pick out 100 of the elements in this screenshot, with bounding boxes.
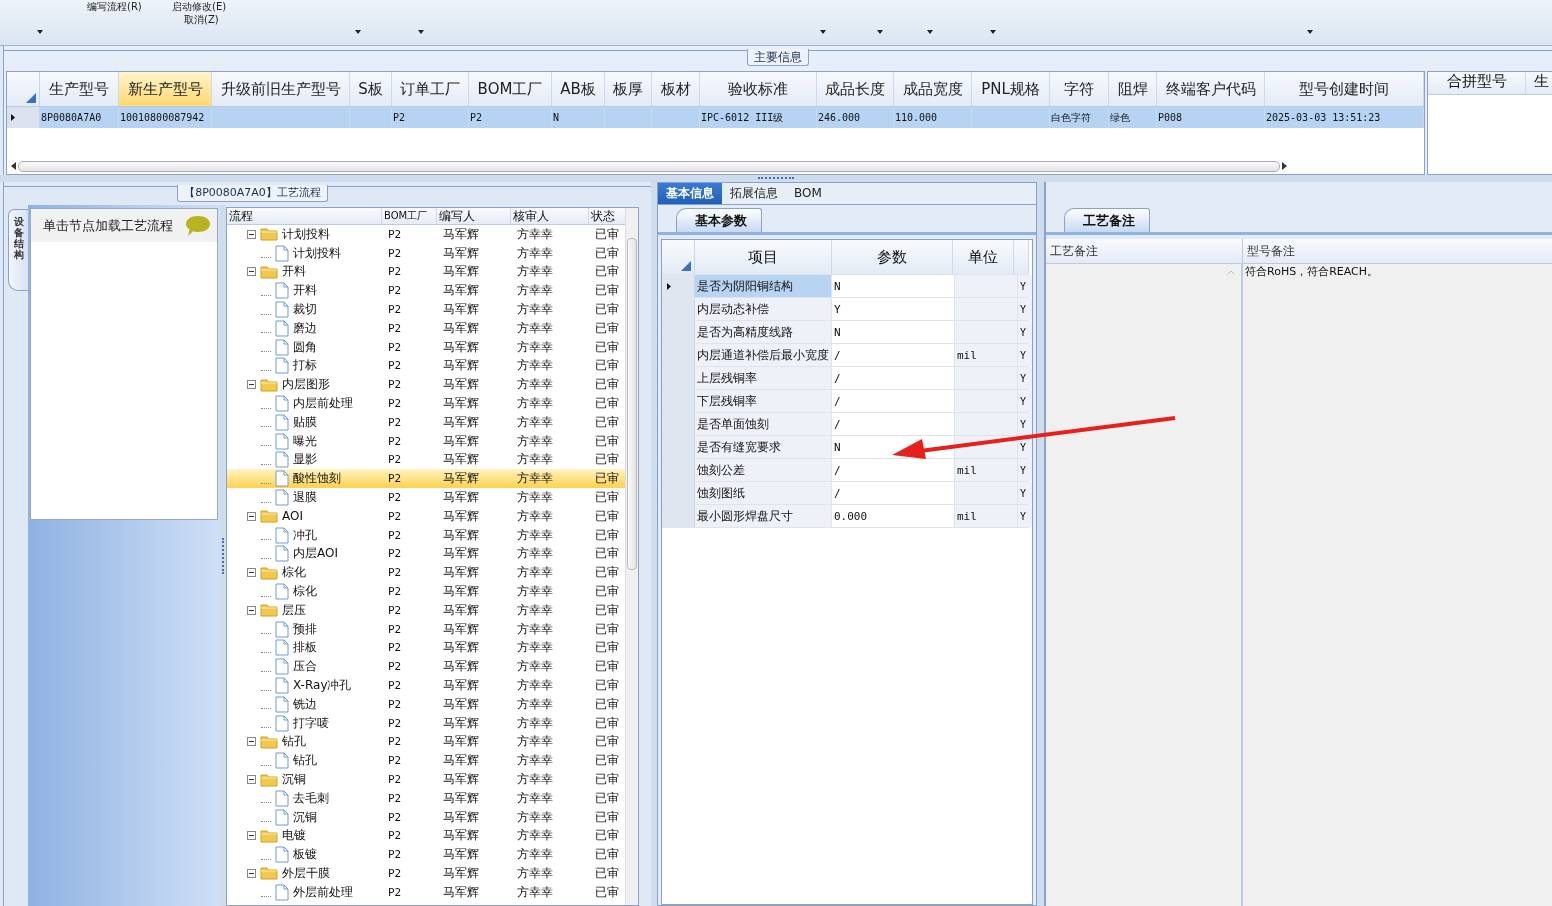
tree-row[interactable]: 内层图形 P2 马军辉 方幸幸 已审 — [227, 375, 625, 395]
caret-icon[interactable] — [990, 30, 996, 34]
toolbar-button[interactable]: 取消(Z) — [172, 13, 252, 27]
column-header[interactable]: 编写人 — [437, 208, 511, 224]
tree-row[interactable]: 电镀 P2 马军辉 方幸幸 已审 — [227, 826, 625, 846]
table-row[interactable]: 是否单面蚀刻 / Y — [662, 413, 1029, 436]
table-row[interactable]: 上层残铜率 / Y — [662, 367, 1029, 390]
vertical-scrollbar[interactable] — [625, 208, 638, 905]
toolbar-button[interactable]: 编写流程(R) — [87, 0, 172, 13]
tree-row[interactable]: 外层干膜 P2 马军辉 方幸幸 已审 — [227, 864, 625, 883]
collapse-icon[interactable] — [247, 737, 256, 747]
tree-row[interactable]: 计划投料 P2 马军辉 方幸幸 已审 — [227, 243, 625, 263]
tree-row[interactable]: 打标 P2 马军辉 方幸幸 已审 — [227, 356, 625, 376]
tree-row[interactable]: 贴膜 P2 马军辉 方幸幸 已审 — [227, 412, 625, 432]
column-header[interactable]: 单位 — [953, 240, 1014, 274]
tree-row[interactable]: 层压 P2 马军辉 方幸幸 已审 — [227, 600, 625, 620]
tree-row[interactable]: 铣边 P2 马军辉 方幸幸 已审 — [227, 694, 625, 714]
tree-row[interactable]: 曝光 P2 马军辉 方幸幸 已审 — [227, 431, 625, 451]
tree-row[interactable]: 显影 P2 马军辉 方幸幸 已审 — [227, 450, 625, 470]
tree-row[interactable]: 沉铜 P2 马军辉 方幸幸 已审 — [227, 807, 625, 827]
table-row[interactable]: 内层动态补偿 Y Y — [662, 298, 1029, 321]
tab[interactable]: 工艺备注 — [1064, 208, 1150, 232]
collapse-icon[interactable] — [247, 869, 256, 878]
scroll-right-icon[interactable] — [1282, 162, 1287, 170]
column-header[interactable]: 验收标准 — [700, 72, 817, 106]
collapse-icon[interactable] — [247, 775, 256, 784]
tree-row[interactable]: 冲孔 P2 马军辉 方幸幸 已审 — [227, 525, 625, 545]
collapse-icon[interactable] — [247, 380, 256, 390]
column-header[interactable]: BOM工厂 — [382, 208, 437, 224]
caret-icon[interactable] — [37, 30, 43, 34]
tree-row[interactable]: 钻孔 P2 马军辉 方幸幸 已审 — [227, 751, 625, 771]
column-header[interactable]: 终端客户代码 — [1157, 72, 1265, 106]
caret-icon[interactable] — [1307, 30, 1313, 34]
table-row[interactable]: 蚀刻图纸 / Y — [662, 482, 1029, 505]
table-row[interactable]: 8P0080A7A0 10010800087942 P2 P2 N IPC-6012 III级 246.000 110.000 白色字符 绿色 P008 2025-03-03 13:51:23 — [7, 107, 1424, 128]
tab[interactable]: 基本参数 — [676, 208, 762, 232]
tree-row[interactable]: 酸性蚀刻 P2 马军辉 方幸幸 已审 — [227, 469, 625, 489]
tree-row[interactable]: 开料 P2 马军辉 方幸幸 已审 — [227, 262, 625, 282]
tab[interactable]: BOM — [786, 183, 830, 204]
table-row[interactable]: 内层通道补偿后最小宽度 / mil Y — [662, 344, 1029, 367]
tree-row[interactable]: 棕化 P2 马军辉 方幸幸 已审 — [227, 582, 625, 601]
column-header[interactable]: 新生产型号 — [119, 72, 212, 106]
caret-icon[interactable] — [355, 30, 361, 34]
tab[interactable]: 基本信息 — [658, 183, 722, 204]
column-header[interactable]: 成品宽度 — [894, 72, 972, 106]
toolbar-button[interactable]: 启动修改(E) — [172, 0, 252, 13]
tree-row[interactable]: 打字唛 P2 马军辉 方幸幸 已审 — [227, 713, 625, 733]
table-row[interactable]: 是否为高精度线路 N Y — [662, 321, 1029, 344]
column-header[interactable]: S板 — [350, 72, 392, 106]
column-header[interactable]: 参数 — [832, 240, 953, 274]
caret-icon[interactable] — [877, 30, 883, 34]
tree-row[interactable]: 压合 P2 马军辉 方幸幸 已审 — [227, 657, 625, 677]
table-row[interactable]: 下层残铜率 / Y — [662, 390, 1029, 413]
table-row[interactable]: 蚀刻公差 / mil Y — [662, 459, 1029, 482]
tree-row[interactable]: 排板 P2 马军辉 方幸幸 已审 — [227, 638, 625, 658]
tree-row[interactable]: 磨边 P2 马军辉 方幸幸 已审 — [227, 319, 625, 338]
caret-icon[interactable] — [418, 30, 424, 34]
column-header[interactable]: 合拼型号 — [1428, 72, 1526, 94]
column-header[interactable]: 生 — [1526, 72, 1552, 94]
column-header[interactable]: 项目 — [695, 240, 832, 274]
column-header[interactable]: 型号创建时间 — [1265, 72, 1424, 106]
tree-row[interactable]: 去毛刺 P2 马军辉 方幸幸 已审 — [227, 788, 625, 808]
column-header[interactable]: PNL规格 — [972, 72, 1050, 106]
tree-row[interactable]: X-Ray冲孔 P2 马军辉 方幸幸 已审 — [227, 676, 625, 695]
tree-row[interactable]: 计划投料 P2 马军辉 方幸幸 已审 — [227, 225, 625, 244]
tree-row[interactable]: 内层前处理 P2 马军辉 方幸幸 已审 — [227, 394, 625, 413]
tree-row[interactable]: 外层前处理 P2 马军辉 方幸幸 已审 — [227, 882, 625, 902]
tree-row[interactable]: 裁切 P2 马军辉 方幸幸 已审 — [227, 300, 625, 319]
column-header[interactable]: BOM工厂 — [469, 72, 552, 106]
side-tab[interactable]: 设备结构 — [8, 209, 28, 291]
tree-row[interactable]: 退膜 P2 马军辉 方幸幸 已审 — [227, 488, 625, 507]
tree-row[interactable]: 开料 P2 马军辉 方幸幸 已审 — [227, 281, 625, 301]
collapse-icon[interactable] — [247, 267, 256, 277]
collapse-icon[interactable] — [247, 511, 256, 521]
column-header[interactable]: 订单工厂 — [392, 72, 469, 106]
table-row[interactable]: 是否为阴阳铜结构 N Y — [662, 275, 1029, 298]
column-header[interactable]: 升级前旧生产型号 — [212, 72, 350, 106]
column-header[interactable]: 阻焊 — [1109, 72, 1157, 106]
tree-row[interactable]: 板镀 P2 马军辉 方幸幸 已审 — [227, 845, 625, 865]
tree-row[interactable]: 内层AOI P2 马军辉 方幸幸 已审 — [227, 544, 625, 564]
collapse-icon[interactable] — [247, 568, 256, 578]
column-header[interactable]: 核审人 — [511, 208, 589, 224]
tree-row[interactable]: 圆角 P2 马军辉 方幸幸 已审 — [227, 337, 625, 357]
column-header[interactable]: 流程 — [227, 208, 382, 224]
tree-row[interactable]: 棕化 P2 马军辉 方幸幸 已审 — [227, 563, 625, 583]
table-row[interactable]: 最小圆形焊盘尺寸 0.000 mil Y — [662, 505, 1029, 528]
caret-icon[interactable] — [820, 30, 826, 34]
tree-row[interactable]: 沉铜 P2 马军辉 方幸幸 已审 — [227, 770, 625, 789]
column-header[interactable]: 板材 — [652, 72, 700, 106]
collapse-icon[interactable] — [247, 605, 256, 615]
caret-icon[interactable] — [927, 30, 933, 34]
column-header[interactable]: 字符 — [1050, 72, 1109, 106]
column-header[interactable]: 成品长度 — [817, 72, 894, 106]
tree-row[interactable]: AOI P2 马军辉 方幸幸 已审 — [227, 506, 625, 526]
column-header[interactable]: AB板 — [552, 72, 605, 106]
column-header[interactable]: 板厚 — [605, 72, 652, 106]
column-header[interactable]: 工艺备注 — [1046, 239, 1243, 263]
tree-row[interactable]: 钻孔 P2 马军辉 方幸幸 已审 — [227, 732, 625, 752]
scroll-left-icon[interactable] — [11, 162, 16, 170]
tab[interactable]: 拓展信息 — [722, 183, 786, 204]
